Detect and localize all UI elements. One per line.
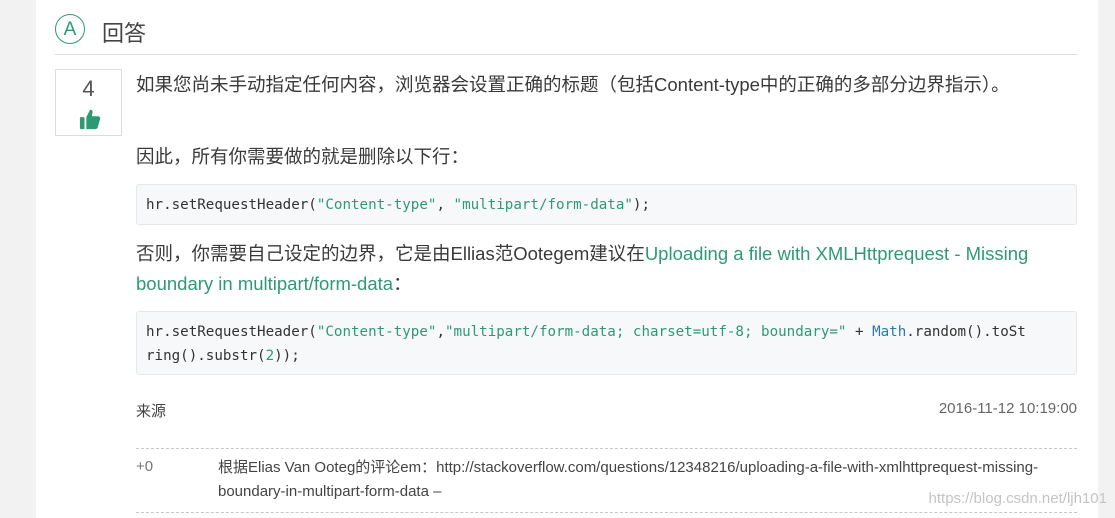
answer-timestamp: 2016-11-12 10:19:00: [938, 400, 1077, 417]
code-token: +: [846, 324, 873, 340]
comment-divider-bottom: [136, 512, 1077, 513]
watermark: https://blog.csdn.net/ljh101: [928, 490, 1107, 507]
answer-paragraph-1: 如果您尚未手动指定任何内容，浏览器会设置正确的标题（包括Content-type…: [136, 74, 1010, 95]
answer-header: A 回答: [55, 14, 1077, 55]
code-token: ,: [436, 197, 454, 213]
answer-paragraph-3: 否则，你需要自己设定的边界，它是由Ellias范Ootegem建议在Upload…: [136, 239, 1056, 299]
answer-badge: A: [55, 14, 85, 44]
answer-paragraph-2: 因此，所有你需要做的就是删除以下行：: [136, 146, 470, 167]
code-token: );: [632, 197, 650, 213]
code-token: ring().substr(: [146, 348, 266, 364]
code-block-1: hr.setRequestHeader("Content-type", "mul…: [136, 184, 1077, 225]
code-token: hr.setRequestHeader(: [146, 197, 317, 213]
vote-count: 4: [82, 76, 95, 101]
code-token: .random().toSt: [906, 324, 1026, 340]
code-block-2: hr.setRequestHeader("Content-type","mult…: [136, 311, 1077, 375]
code-string: "Content-type": [316, 324, 437, 340]
paragraph-3-prefix: 否则，你需要自己设定的边界，它是由Ellias范Ootegem建议在: [136, 243, 645, 264]
code-string: "Content-type": [316, 197, 437, 213]
code-string: "multipart/form-data": [453, 197, 633, 213]
code-token: ,: [436, 324, 445, 340]
code-string: "multipart/form-data; charset=utf-8; bou…: [444, 324, 847, 340]
vote-box: 4: [55, 69, 122, 136]
code-number: 2: [265, 348, 275, 364]
code-token: ));: [274, 348, 300, 364]
comment-divider-top: [136, 448, 1077, 449]
thumbs-up-icon[interactable]: [79, 108, 101, 130]
paragraph-3-suffix: ：: [393, 273, 412, 294]
source-label[interactable]: 来源: [136, 400, 166, 421]
comment-score: +0: [136, 458, 154, 475]
code-keyword: Math: [872, 324, 907, 340]
code-token: hr.setRequestHeader(: [146, 324, 317, 340]
answer-section-title: 回答: [102, 21, 147, 46]
